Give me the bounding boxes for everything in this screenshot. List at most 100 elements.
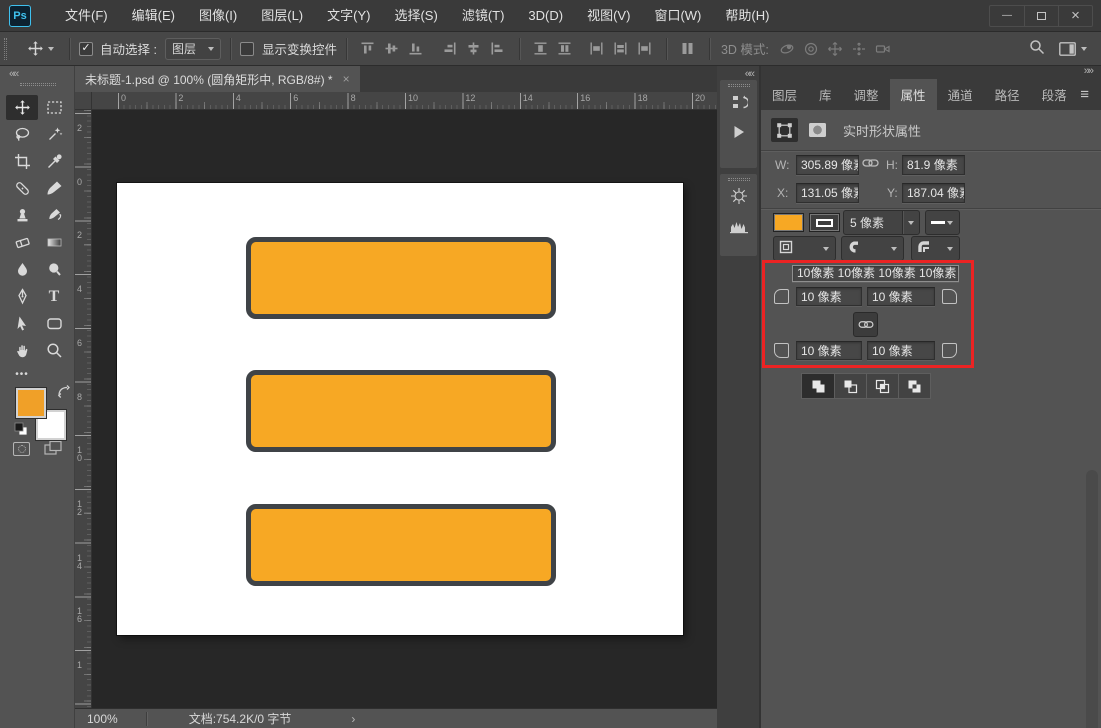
dodge-tool[interactable] — [38, 257, 70, 282]
pen-tool[interactable] — [6, 284, 38, 309]
menu-item[interactable]: 图像(I) — [187, 0, 249, 32]
menu-item[interactable]: 3D(D) — [516, 0, 575, 32]
eraser-tool[interactable] — [6, 230, 38, 255]
panel-tab[interactable]: 调整 — [843, 79, 890, 110]
distribute-spacing-icon[interactable] — [676, 37, 700, 61]
align-bottom-icon[interactable] — [404, 37, 428, 61]
expand-panels-icon[interactable]: »» — [761, 66, 1101, 79]
edit-toolbar-button[interactable]: ••• — [6, 362, 38, 387]
align-top-icon[interactable] — [356, 37, 380, 61]
zoom-tool[interactable] — [38, 338, 70, 363]
3d-slide-icon[interactable] — [847, 37, 871, 61]
type-tool[interactable]: T — [38, 284, 70, 309]
gradient-tool[interactable] — [38, 230, 70, 255]
status-chevron-icon[interactable]: › — [351, 712, 355, 726]
panel-tab[interactable]: 通道 — [937, 79, 984, 110]
spot-healing-brush-tool[interactable] — [6, 176, 38, 201]
maximize-button[interactable] — [1024, 5, 1058, 26]
tool-preset-picker[interactable] — [21, 40, 60, 57]
align-vertical-center-icon[interactable] — [380, 37, 404, 61]
hand-tool[interactable] — [6, 338, 38, 363]
menu-item[interactable]: 选择(S) — [382, 0, 449, 32]
panel-tab[interactable]: 路径 — [984, 79, 1031, 110]
stroke-align-dropdown[interactable] — [773, 236, 836, 261]
rounded-rectangle-shape[interactable] — [246, 370, 556, 452]
combine-shapes-button[interactable] — [802, 374, 834, 398]
collapse-dock-icon[interactable]: «« — [745, 68, 755, 80]
options-grip[interactable] — [4, 37, 7, 60]
quick-selection-tool[interactable] — [38, 122, 70, 147]
distribute-horizontal-center-icon[interactable] — [609, 37, 633, 61]
distribute-right-icon[interactable] — [633, 37, 657, 61]
brush-tool[interactable] — [38, 176, 70, 201]
panel-menu-icon[interactable]: ≡ — [1080, 86, 1089, 103]
3d-roll-icon[interactable] — [799, 37, 823, 61]
panel-tab[interactable]: 段落 — [1031, 79, 1078, 110]
panel-tab[interactable]: 库 — [808, 79, 843, 110]
auto-select-target-dropdown[interactable]: 图层 — [164, 37, 221, 60]
panel-tab[interactable]: 图层 — [761, 79, 808, 110]
close-button[interactable]: × — [1058, 5, 1092, 26]
radius-topright-field[interactable]: 10 像素 — [867, 287, 935, 306]
link-wh-icon[interactable] — [862, 157, 879, 172]
menu-item[interactable]: 滤镜(T) — [450, 0, 517, 32]
histogram-panel-icon[interactable] — [729, 211, 749, 241]
collapse-toolbox-icon[interactable]: «« — [9, 68, 19, 80]
history-brush-tool[interactable] — [38, 203, 70, 228]
clone-stamp-tool[interactable] — [6, 203, 38, 228]
stroke-color-swatch[interactable] — [809, 213, 840, 232]
artboard[interactable] — [117, 183, 683, 635]
workspace-switcher[interactable] — [1059, 41, 1087, 56]
height-field[interactable]: 81.9 像素 — [902, 155, 965, 175]
mask-properties-button[interactable] — [804, 118, 831, 142]
close-tab-icon[interactable]: × — [343, 72, 350, 86]
radius-topleft-field[interactable]: 10 像素 — [796, 287, 862, 306]
screen-mode-button[interactable] — [44, 440, 63, 460]
stroke-caps-dropdown[interactable] — [841, 236, 904, 261]
menu-item[interactable]: 文件(F) — [53, 0, 120, 32]
menu-item[interactable]: 窗口(W) — [642, 0, 713, 32]
stroke-corners-dropdown[interactable] — [911, 236, 960, 261]
canvas-pasteboard[interactable] — [92, 110, 717, 708]
distribute-top-icon[interactable] — [529, 37, 553, 61]
toolbox-grip[interactable] — [20, 83, 56, 86]
radius-bottomleft-field[interactable]: 10 像素 — [796, 341, 862, 360]
width-field[interactable]: 305.89 像素 — [796, 155, 859, 175]
fill-color-swatch[interactable] — [773, 213, 804, 232]
zoom-level[interactable]: 100% — [87, 712, 118, 726]
quick-mask-button[interactable] — [13, 442, 30, 456]
panel-scrollbar[interactable] — [1086, 470, 1098, 728]
stroke-width-dropdown[interactable]: 5 像素 — [843, 210, 920, 235]
show-transform-checkbox[interactable] — [239, 41, 254, 56]
radius-bottomright-field[interactable]: 10 像素 — [867, 341, 935, 360]
y-field[interactable]: 187.04 像素 — [902, 183, 965, 203]
default-colors-icon[interactable] — [14, 422, 29, 440]
eyedropper-tool[interactable] — [38, 149, 70, 174]
path-selection-tool[interactable] — [6, 311, 38, 336]
document-tab[interactable]: 未标题-1.psd @ 100% (圆角矩形中, RGB/8#) * × — [75, 66, 360, 92]
search-icon[interactable] — [1029, 39, 1045, 58]
transform-properties-button[interactable] — [771, 118, 798, 142]
marquee-tool[interactable] — [38, 95, 70, 120]
subtract-front-shape-button[interactable] — [834, 374, 866, 398]
intersect-shapes-button[interactable] — [866, 374, 898, 398]
move-tool[interactable] — [6, 95, 38, 120]
brush-settings-panel-icon[interactable] — [730, 181, 748, 211]
foreground-color-swatch[interactable] — [15, 387, 47, 419]
crop-tool[interactable] — [6, 149, 38, 174]
menu-item[interactable]: 视图(V) — [575, 0, 642, 32]
distribute-left-icon[interactable] — [585, 37, 609, 61]
menu-item[interactable]: 编辑(E) — [120, 0, 187, 32]
actions-panel-icon[interactable] — [730, 117, 748, 147]
3d-camera-icon[interactable] — [871, 37, 895, 61]
minimize-button[interactable]: — — [990, 6, 1024, 26]
panel-tab[interactable]: 属性 — [889, 79, 937, 110]
exclude-shapes-button[interactable] — [898, 374, 930, 398]
3d-pan-icon[interactable] — [823, 37, 847, 61]
align-left-icon[interactable] — [438, 37, 462, 61]
rounded-rectangle-tool[interactable] — [38, 311, 70, 336]
align-horizontal-center-icon[interactable] — [462, 37, 486, 61]
link-radius-button[interactable] — [853, 312, 878, 337]
rounded-rectangle-shape[interactable] — [246, 237, 556, 319]
history-panel-icon[interactable] — [730, 87, 748, 117]
